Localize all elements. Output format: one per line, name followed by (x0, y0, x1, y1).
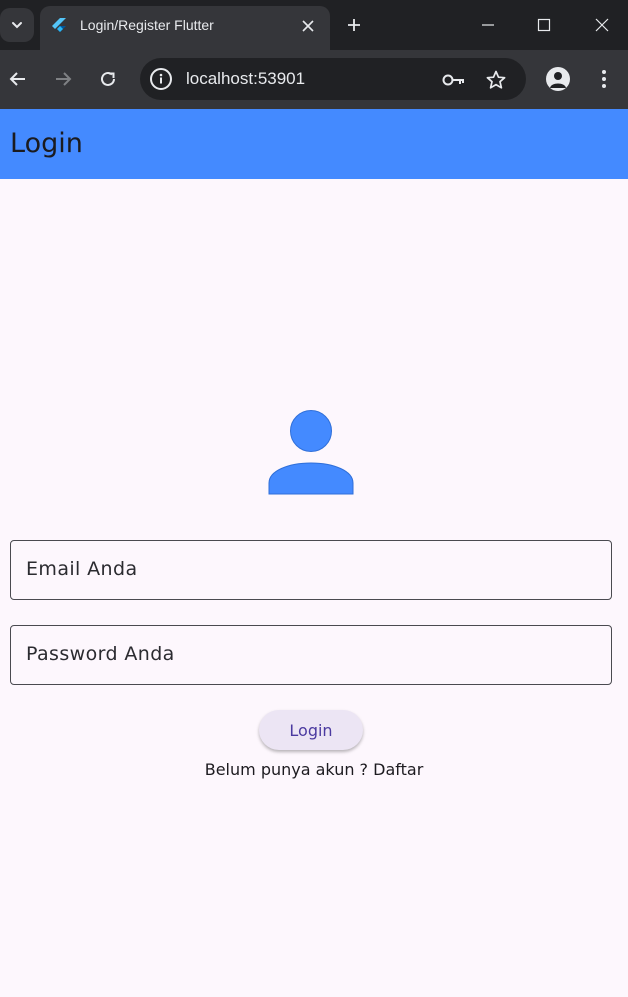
minimize-icon (482, 24, 494, 26)
person-icon (268, 410, 354, 495)
tab-close-button[interactable] (296, 14, 320, 38)
maximize-button[interactable] (524, 8, 564, 42)
plus-icon (348, 19, 360, 31)
tab-title: Login/Register Flutter (80, 17, 214, 33)
star-icon[interactable] (484, 68, 508, 92)
login-button[interactable]: Login (259, 710, 363, 750)
more-vert-icon (602, 70, 606, 88)
page-title: Login (10, 128, 83, 159)
address-bar[interactable]: localhost:53901 (140, 58, 526, 100)
browser-menu-button[interactable] (592, 64, 616, 94)
close-icon (595, 18, 609, 32)
new-tab-button[interactable] (340, 11, 368, 39)
email-field[interactable]: Email Anda (10, 540, 612, 600)
close-icon (302, 20, 314, 32)
reload-icon (101, 71, 115, 86)
info-icon[interactable] (150, 68, 172, 90)
app-bar: Login (0, 109, 628, 179)
reload-button[interactable] (93, 64, 123, 94)
forward-button[interactable] (48, 64, 78, 94)
key-icon[interactable] (442, 68, 466, 92)
chevron-down-icon (12, 22, 22, 29)
arrow-right-icon (56, 72, 72, 86)
email-placeholder: Email Anda (26, 558, 138, 580)
maximize-icon (537, 18, 551, 32)
minimize-button[interactable] (468, 8, 508, 42)
back-button[interactable] (3, 64, 33, 94)
browser-tab-strip: Login/Register Flutter (0, 0, 628, 50)
arrow-left-icon (9, 72, 25, 86)
browser-toolbar: localhost:53901 (0, 50, 628, 109)
profile-button[interactable] (546, 67, 570, 91)
password-field[interactable]: Password Anda (10, 625, 612, 685)
tab-search-button[interactable] (0, 8, 34, 42)
close-window-button[interactable] (582, 8, 622, 42)
register-link[interactable]: Belum punya akun ? Daftar (0, 760, 628, 779)
password-placeholder: Password Anda (26, 643, 175, 665)
browser-tab[interactable]: Login/Register Flutter (40, 6, 330, 50)
account-icon (550, 72, 566, 88)
url-text[interactable]: localhost:53901 (186, 69, 305, 89)
flutter-logo-icon (52, 18, 66, 32)
